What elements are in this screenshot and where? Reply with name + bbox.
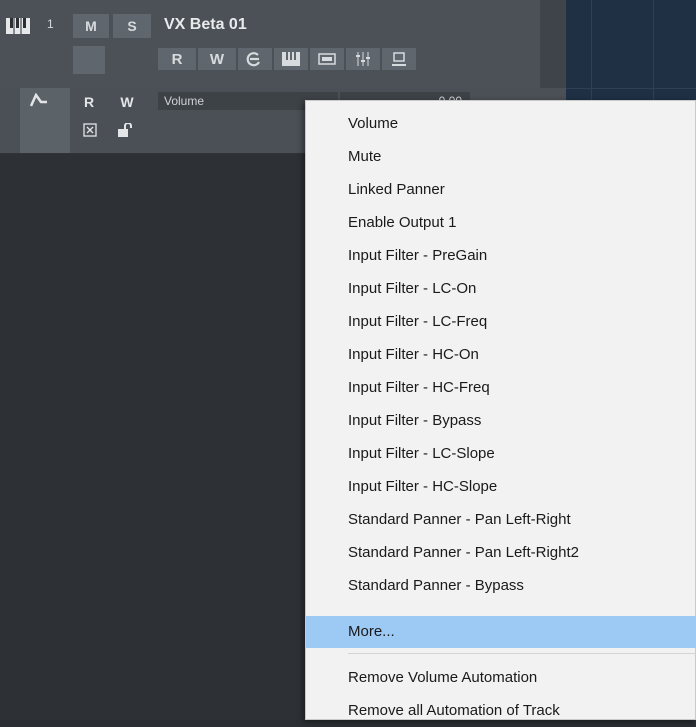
lane-write-button[interactable]: W [114, 92, 140, 112]
menu-item-input-filter-pregain[interactable]: Input Filter - PreGain [306, 240, 696, 272]
track-number-column [0, 0, 70, 88]
track-header-divider [540, 0, 566, 88]
automation-parameter-menu: Volume Mute Linked Panner Enable Output … [305, 100, 696, 720]
mute-automation-icon[interactable] [80, 120, 100, 140]
menu-item-input-filter-lc-freq[interactable]: Input Filter - LC-Freq [306, 306, 696, 338]
menu-item-input-filter-hc-on[interactable]: Input Filter - HC-On [306, 339, 696, 371]
instrument-track-icon [6, 18, 30, 39]
grid-line [566, 88, 696, 89]
menu-item-input-filter-lc-slope[interactable]: Input Filter - LC-Slope [306, 438, 696, 470]
menu-item-remove-all-automation[interactable]: Remove all Automation of Track [306, 695, 696, 727]
menu-item-enable-output-1[interactable]: Enable Output 1 [306, 207, 696, 239]
solo-button[interactable]: S [113, 14, 151, 38]
menu-item-input-filter-bypass[interactable]: Input Filter - Bypass [306, 405, 696, 437]
edit-instrument-icon[interactable] [274, 48, 308, 70]
menu-item-standard-panner-bypass[interactable]: Standard Panner - Bypass [306, 570, 696, 602]
track-number: 1 [47, 17, 54, 31]
edit-channel-icon[interactable] [238, 48, 272, 70]
unlock-icon[interactable] [116, 120, 136, 140]
menu-item-standard-panner-pan-left-right2[interactable]: Standard Panner - Pan Left-Right2 [306, 537, 696, 569]
monitor-icon[interactable] [310, 48, 344, 70]
menu-item-linked-panner[interactable]: Linked Panner [306, 174, 696, 206]
track-color-button[interactable] [73, 46, 105, 74]
automation-curve-icon [24, 90, 54, 110]
menu-item-volume[interactable]: Volume [306, 108, 696, 140]
menu-item-input-filter-hc-slope[interactable]: Input Filter - HC-Slope [306, 471, 696, 503]
menu-item-standard-panner-pan-left-right[interactable]: Standard Panner - Pan Left-Right [306, 504, 696, 536]
read-automation-button[interactable]: R [158, 48, 196, 70]
lane-read-button[interactable]: R [78, 92, 100, 112]
track-name[interactable]: VX Beta 01 [164, 16, 247, 34]
inserts-icon[interactable] [346, 48, 380, 70]
write-automation-button[interactable]: W [198, 48, 236, 70]
mute-button[interactable]: M [73, 14, 109, 38]
menu-separator [348, 653, 696, 654]
lane-icon[interactable] [382, 48, 416, 70]
menu-item-mute[interactable]: Mute [306, 141, 696, 173]
menu-item-remove-volume-automation[interactable]: Remove Volume Automation [306, 662, 696, 694]
menu-item-input-filter-lc-on[interactable]: Input Filter - LC-On [306, 273, 696, 305]
menu-item-more[interactable]: More... [306, 616, 696, 648]
menu-item-input-filter-hc-freq[interactable]: Input Filter - HC-Freq [306, 372, 696, 404]
